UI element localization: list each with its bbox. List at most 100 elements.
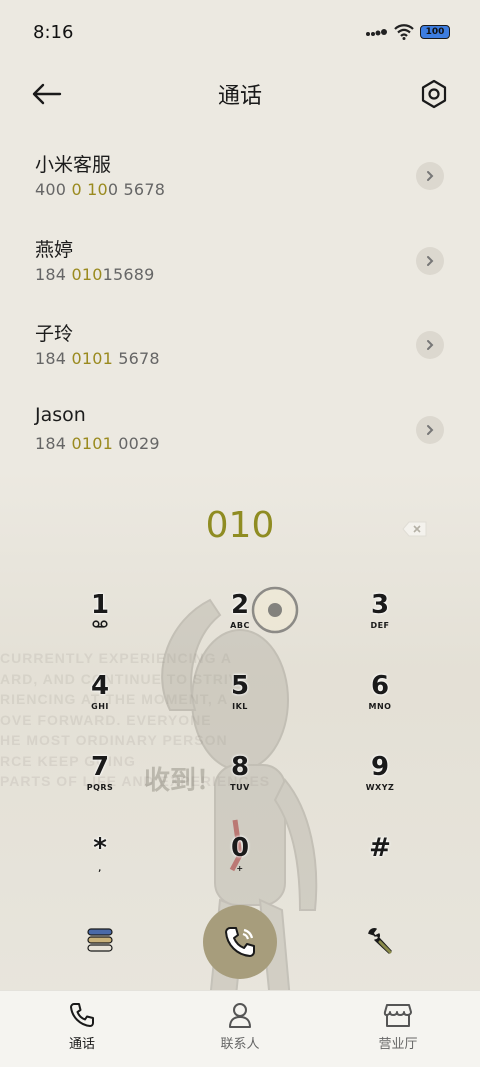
chevron-right-icon (427, 424, 434, 435)
key-digit: 4 (90, 671, 110, 701)
status-icons: 100 (366, 24, 450, 40)
contact-list: 小米客服 400 0 100 5678 燕婷 184 01015689 子玲 1… (0, 132, 480, 470)
key-digit: 2 (230, 590, 250, 620)
contact-number: 184 01015689 (35, 265, 154, 284)
number-part: 400 (35, 180, 72, 199)
key-letters: DEF (370, 621, 390, 630)
tab-calls[interactable]: 通话 (32, 1001, 132, 1052)
delete-button[interactable] (402, 521, 428, 537)
call-button[interactable] (203, 905, 277, 979)
battery-level: 100 (425, 26, 445, 37)
number-match: 0 (71, 180, 82, 199)
contact-detail-button[interactable] (416, 331, 444, 359)
person-icon (229, 1003, 251, 1028)
bottom-tab-bar: 通话 联系人 营业厅 (0, 990, 480, 1067)
key-letters: PQRS (86, 783, 114, 792)
key-2[interactable]: 2 ABC (185, 590, 295, 660)
contact-item[interactable]: 子玲 184 0101 5678 (0, 301, 480, 386)
key-letters: + (236, 864, 244, 873)
chevron-right-icon (427, 255, 434, 266)
key-digit: # (369, 833, 391, 863)
contact-item[interactable]: Jason 184 0101 0029 (0, 386, 480, 471)
key-letters: , (98, 864, 102, 873)
key-digit: 3 (370, 590, 390, 620)
key-letters: TUV (230, 783, 250, 792)
settings-button[interactable] (418, 76, 450, 112)
number-part: 184 (35, 349, 72, 368)
stacked-lines-icon (87, 928, 113, 952)
contact-item[interactable]: 燕婷 184 01015689 (0, 217, 480, 302)
key-1[interactable]: 1 (45, 590, 155, 660)
tab-label: 联系人 (220, 1037, 260, 1052)
key-6[interactable]: 6 MNO (325, 671, 435, 741)
header: 通话 (0, 66, 480, 122)
number-match: 0101 (71, 349, 113, 368)
chevron-right-icon (427, 340, 434, 350)
key-digit: 9 (370, 752, 390, 782)
contact-number: 184 0101 0029 (35, 434, 160, 453)
tab-label: 营业厅 (378, 1037, 418, 1052)
tab-store[interactable]: 营业厅 (348, 1001, 448, 1052)
key-3[interactable]: 3 DEF (325, 590, 435, 660)
key-digit: * (93, 833, 107, 863)
status-bar: 8:16 100 (0, 0, 480, 66)
contact-number: 400 0 100 5678 (35, 180, 165, 199)
page-title: 通话 (217, 84, 262, 109)
wrench-icon (368, 928, 392, 954)
key-0[interactable]: 0 + (185, 833, 295, 903)
phone-call-icon (225, 927, 255, 957)
key-letters: IKL (232, 702, 248, 711)
dial-display: 010 (0, 505, 480, 553)
tab-label: 通话 (68, 1037, 95, 1052)
dialed-number: 010 (205, 505, 275, 546)
contact-name: 燕婷 (35, 238, 74, 261)
contact-detail-button[interactable] (416, 415, 444, 444)
signal-icon (366, 29, 387, 36)
contact-detail-button[interactable] (416, 246, 444, 275)
wifi-icon (394, 24, 414, 40)
number-part: 0029 (112, 433, 160, 453)
backspace-icon (402, 521, 427, 537)
number-match: 010 (71, 264, 103, 284)
key-letters: WXYZ (365, 783, 395, 792)
number-part: 184 (35, 264, 72, 284)
key-star[interactable]: * , (45, 833, 155, 903)
number-part: 184 (35, 433, 72, 453)
number-part: 5678 (112, 349, 160, 368)
contact-name: 小米客服 (35, 154, 112, 176)
key-digit: 5 (230, 671, 250, 701)
key-8[interactable]: 8 TUV (185, 752, 295, 822)
key-7[interactable]: 7 PQRS (45, 752, 155, 822)
contact-item[interactable]: 小米客服 400 0 100 5678 (0, 132, 480, 217)
key-letters: ABC (230, 621, 250, 630)
status-time: 8:16 (33, 22, 74, 43)
contact-name: Jason (35, 403, 86, 426)
key-digit: 6 (370, 671, 390, 701)
key-9[interactable]: 9 WXYZ (325, 752, 435, 822)
key-digit: 8 (230, 752, 250, 782)
menu-button[interactable] (86, 926, 114, 954)
tab-contacts[interactable]: 联系人 (190, 1001, 290, 1052)
key-4[interactable]: 4 GHI (45, 671, 155, 741)
key-5[interactable]: 5 IKL (185, 671, 295, 741)
key-digit: 7 (90, 752, 110, 782)
number-part: 0 5678 (107, 180, 166, 199)
phone-icon (70, 1003, 94, 1027)
number-part: 15689 (102, 264, 155, 284)
contact-detail-button[interactable] (416, 162, 444, 190)
key-digit: 1 (90, 590, 110, 620)
tools-button[interactable] (365, 926, 395, 956)
key-letters: GHI (91, 702, 109, 711)
contact-name: 子玲 (35, 323, 74, 345)
number-match: 10 (87, 180, 108, 199)
chevron-right-icon (427, 171, 434, 181)
key-hash[interactable]: # (325, 833, 435, 903)
voicemail-icon (92, 620, 108, 628)
number-match: 0101 (71, 433, 113, 453)
contact-number: 184 0101 5678 (35, 349, 160, 368)
key-digit: 0 (230, 833, 250, 863)
hexagon-settings-icon (421, 79, 447, 109)
battery-icon: 100 (420, 25, 450, 39)
store-icon (383, 1004, 412, 1027)
key-letters: MNO (368, 702, 392, 711)
